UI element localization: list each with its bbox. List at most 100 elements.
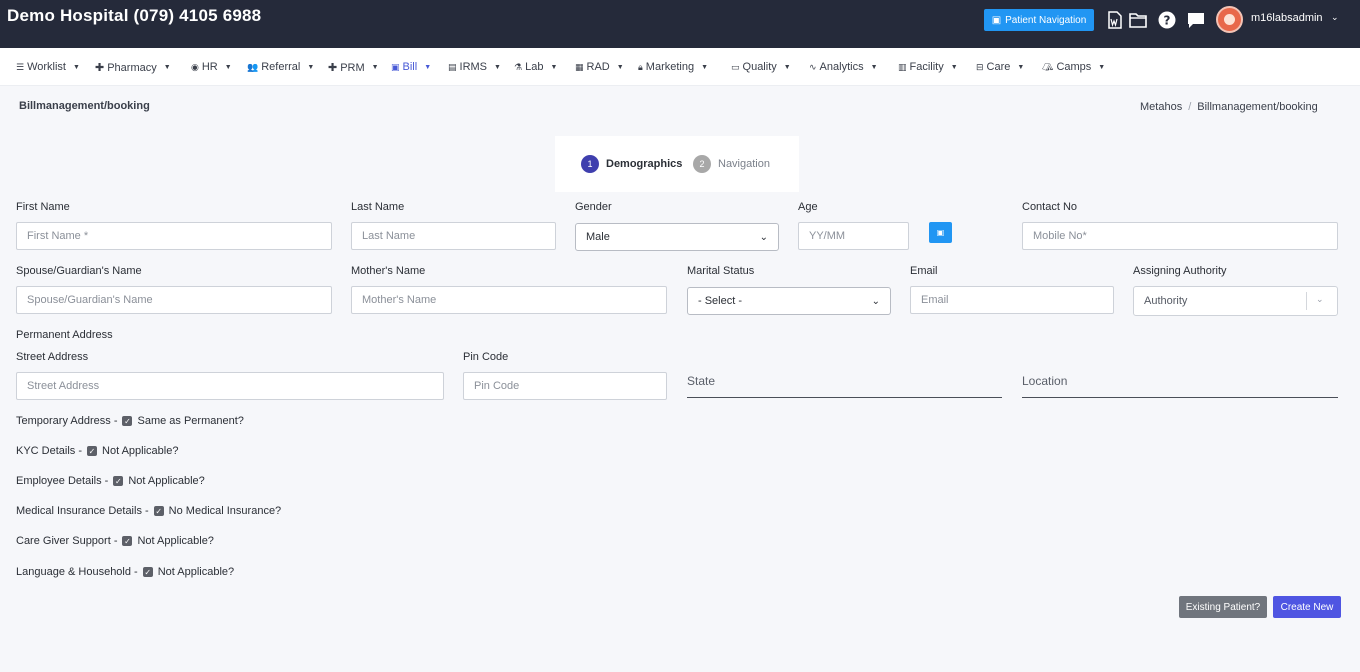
step-label: Demographics [606, 158, 683, 170]
marital-select[interactable]: - Select - ⌄ [687, 287, 891, 315]
authority-select[interactable]: Authority [1133, 286, 1338, 316]
step-navigation[interactable]: 2 Navigation [693, 155, 770, 173]
navigation-icon: ▣ [991, 14, 1002, 26]
page-title: Billmanagement/booking [19, 100, 150, 112]
street-label: Street Address [16, 351, 89, 363]
medical-insurance-row: Medical Insurance Details - ✓ No Medical… [16, 505, 281, 517]
chevron-down-icon[interactable]: ⌄ [1316, 294, 1324, 305]
hospital-title: Demo Hospital (079) 4105 6988 [7, 6, 262, 25]
checkbox-label: No Medical Insurance? [168, 505, 282, 517]
patient-navigation-button[interactable]: ▣ Patient Navigation [984, 9, 1094, 31]
wizard-stepper: 1 Demographics 2 Navigation [555, 136, 799, 192]
authority-label: Assigning Authority [1133, 265, 1227, 277]
avatar[interactable] [1216, 6, 1243, 33]
building-icon: ▥ [898, 61, 907, 72]
first-name-input[interactable]: First Name * [16, 222, 332, 250]
main-menu: ☰ Worklist ▼ ✚ Pharmacy ▼ ◉ HR ▼ 👥 Referral ▼ ✚ P… [0, 48, 1360, 86]
care-giver-row: Care Giver Support - ✓ Not Applicable? [16, 535, 214, 547]
menu-item-prm[interactable]: ✚ PRM ▼ [328, 61, 379, 75]
existing-patient-button[interactable]: Existing Patient? [1179, 596, 1267, 618]
last-name-label: Last Name [351, 201, 405, 213]
chat-icon[interactable] [1186, 10, 1206, 30]
menu-item-hr[interactable]: ◉ HR ▼ [191, 61, 232, 73]
menu-item-facility[interactable]: ▥ Facility ▼ [898, 61, 958, 73]
checkbox[interactable]: ✓ [87, 446, 98, 456]
bed-icon: ⊟ [976, 61, 984, 72]
step-label: Navigation [718, 158, 770, 170]
menu-item-quality[interactable]: ▭ Quality ▼ [731, 61, 791, 73]
employee-details-row: Employee Details - ✓ Not Applicable? [16, 475, 205, 487]
step-demographics[interactable]: 1 Demographics [581, 155, 682, 173]
username[interactable]: m16labsadmin [1251, 12, 1323, 24]
checkbox[interactable]: ✓ [122, 416, 133, 426]
word-document-icon[interactable] [1105, 10, 1125, 30]
create-new-button[interactable]: Create New [1273, 596, 1341, 618]
svg-text:?: ? [1164, 14, 1171, 28]
section-label: KYC Details - [16, 445, 83, 457]
step-number: 1 [581, 155, 599, 173]
street-input[interactable]: Street Address [16, 372, 444, 400]
select-divider [1306, 292, 1307, 310]
first-name-label: First Name [16, 201, 70, 213]
section-label: Employee Details - [16, 475, 109, 487]
menu-item-camps[interactable]: ⛺︎ Camps ▼ [1042, 61, 1105, 73]
plus-icon: ✚ [95, 62, 105, 74]
menu-item-marketing[interactable]: 🔒︎ Marketing ▼ [638, 61, 708, 73]
badge-icon: ▭ [731, 61, 740, 72]
email-input[interactable]: Email [910, 286, 1114, 314]
mother-label: Mother's Name [351, 265, 426, 277]
menu-item-care[interactable]: ⊟ Care ▼ [976, 61, 1024, 73]
folder-icon[interactable] [1128, 10, 1148, 30]
state-input[interactable]: State [687, 370, 1002, 398]
menu-item-bill[interactable]: ▣ Bill ▼ [391, 61, 431, 73]
kyc-details-row: KYC Details - ✓ Not Applicable? [16, 445, 178, 457]
calendar-icon[interactable]: ▣ [929, 222, 952, 243]
bag-icon: 🔒︎ [638, 61, 643, 72]
menu-item-irms[interactable]: ▤ IRMS ▼ [448, 61, 501, 73]
age-input[interactable]: YY/MM [798, 222, 909, 250]
checkbox-label: Not Applicable? [128, 475, 205, 487]
checkbox[interactable]: ✓ [153, 506, 164, 516]
gender-select[interactable]: Male ⌄ [575, 223, 779, 251]
marital-label: Marital Status [687, 265, 755, 277]
menu-item-lab[interactable]: ⚗ Lab ▼ [514, 61, 557, 73]
temporary-address-row: Temporary Address - ✓ Same as Permanent? [16, 415, 244, 427]
menu-item-worklist[interactable]: ☰ Worklist ▼ [16, 61, 80, 73]
marital-value: - Select - [698, 295, 743, 307]
chevron-down-icon: ⌄ [759, 231, 768, 243]
location-input[interactable]: Location [1022, 370, 1338, 398]
contact-input[interactable]: Mobile No* [1022, 222, 1338, 250]
checkbox-label: Not Applicable? [102, 445, 179, 457]
checkbox[interactable]: ✓ [113, 476, 124, 486]
email-label: Email [910, 265, 938, 277]
breadcrumb-current: Billmanagement/booking [1197, 101, 1318, 113]
users-icon: 👥 [247, 61, 259, 72]
patient-navigation-label: Patient Navigation [1005, 14, 1087, 26]
help-icon[interactable]: ? [1157, 10, 1177, 30]
checkbox-label: Not Applicable? [157, 566, 235, 578]
plus-icon: ✚ [328, 62, 338, 74]
spouse-input[interactable]: Spouse/Guardian's Name [16, 286, 332, 314]
checkbox[interactable]: ✓ [122, 536, 133, 546]
pin-input[interactable]: Pin Code [463, 372, 667, 400]
gender-value: Male [586, 231, 610, 243]
checkbox-label: Same as Permanent? [137, 415, 244, 427]
breadcrumb: Metahos / Billmanagement/booking [1140, 101, 1318, 113]
menu-item-pharmacy[interactable]: ✚ Pharmacy ▼ [95, 61, 171, 75]
film-icon: ▦ [575, 61, 584, 72]
list-icon: ☰ [16, 61, 25, 72]
menu-item-analytics[interactable]: ∿ Analytics ▼ [809, 61, 878, 73]
spouse-label: Spouse/Guardian's Name [16, 265, 142, 277]
menu-item-rad[interactable]: ▦ RAD ▼ [575, 61, 624, 73]
section-label: Temporary Address - [16, 415, 118, 427]
menu-item-referral[interactable]: 👥 Referral ▼ [247, 61, 314, 73]
tent-icon: ⛺︎ [1042, 61, 1054, 72]
pin-label: Pin Code [463, 351, 509, 363]
section-label: Care Giver Support - [16, 535, 118, 547]
mother-input[interactable]: Mother's Name [351, 286, 667, 314]
last-name-input[interactable]: Last Name [351, 222, 556, 250]
breadcrumb-metahos[interactable]: Metahos [1140, 101, 1182, 113]
checkbox[interactable]: ✓ [142, 567, 153, 577]
gender-label: Gender [575, 201, 612, 213]
chevron-down-icon[interactable]: ⌄ [1331, 12, 1339, 23]
